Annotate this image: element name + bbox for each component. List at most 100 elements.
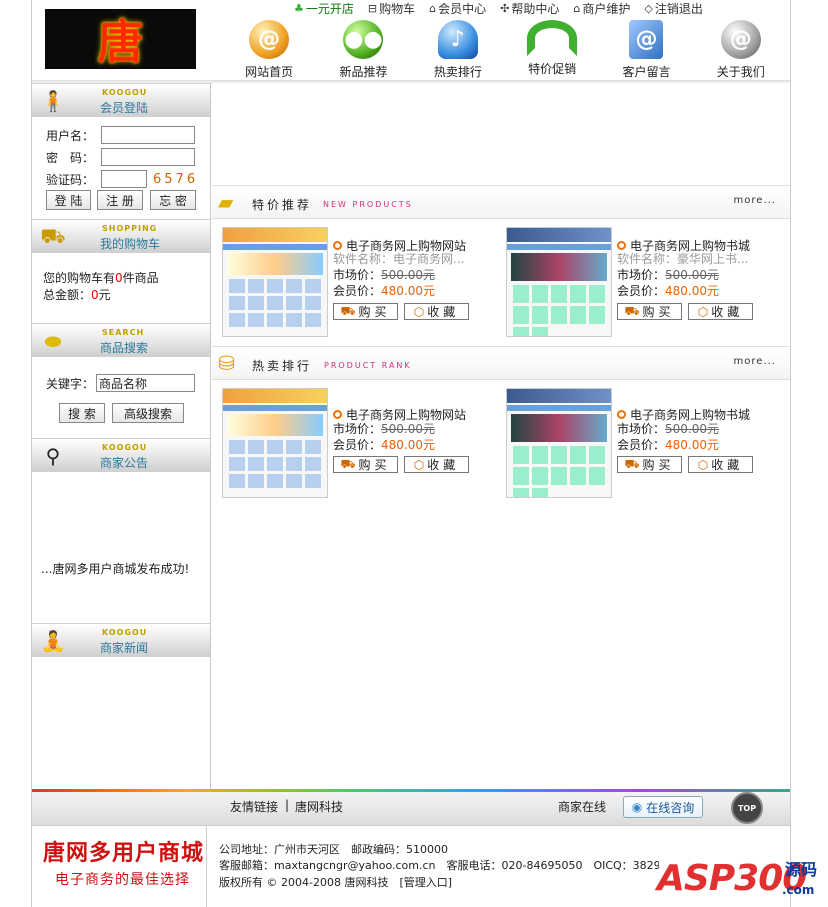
product-thumbnail[interactable] — [506, 388, 612, 498]
shop-icon: ⌂ — [573, 1, 581, 15]
login-button[interactable]: 登 陆 — [46, 190, 91, 210]
advanced-search-button[interactable]: 高级搜索 — [112, 403, 184, 423]
keyword-input[interactable]: 商品名称 — [96, 374, 195, 392]
arch-icon — [527, 20, 578, 56]
fan-icon: ⚲ — [45, 444, 61, 468]
box-icon: ⬡ — [413, 304, 425, 319]
person-icon: 🧍 — [40, 89, 66, 113]
footer-separator: | — [285, 798, 290, 812]
cart-icon: ⊟ — [367, 1, 378, 15]
friend-links[interactable]: 友情链接 — [230, 798, 278, 815]
top-link-cart[interactable]: ⊟ 购物车 — [368, 0, 415, 16]
top-link-member-center[interactable]: ⌂ 会员中心 — [429, 0, 486, 16]
site-logo[interactable]: 唐 — [45, 9, 196, 69]
section-hot-ranking: ⛁ 热卖排行 PRODUCT RANK more... — [212, 346, 790, 380]
clover-icon: ♣ — [294, 1, 304, 15]
news-header: 🧘 KOOGOU 商家新闻 — [32, 623, 210, 657]
soap-icon: ⬬ — [44, 329, 62, 353]
product-member-price: 会员价：480.00元 — [333, 284, 436, 298]
favorite-button[interactable]: ⬡ 收藏 — [688, 303, 753, 320]
company-link[interactable]: 唐网科技 — [295, 798, 343, 815]
bell-icon: ♪ — [437, 20, 478, 59]
buy-button[interactable]: ⛟ 购买 — [617, 303, 682, 320]
product-member-price: 会员价：480.00元 — [617, 438, 720, 452]
cart-count: 0 — [115, 270, 123, 285]
cart-icon: ⛟ — [340, 303, 356, 318]
search-button[interactable]: 搜 索 — [59, 403, 105, 423]
bullet-icon — [617, 241, 626, 250]
back-to-top-button[interactable]: TOP — [731, 792, 763, 824]
buy-button[interactable]: ⛟ 购买 — [617, 456, 682, 473]
top-link-open-shop[interactable]: ♣ 一元开店 — [294, 0, 354, 16]
product-thumbnail[interactable] — [506, 227, 612, 337]
sidebar: 🧍 KOOGOU 会员登陆 ⛟ SHOPPING 我的购物车 ⬬ SEARCH … — [32, 83, 211, 789]
top-link-merchant[interactable]: ⌂ 商户维护 — [573, 0, 630, 16]
section-special: ▰ 特价推荐 NEW PRODUCTS more... — [212, 185, 790, 219]
cart-icon: ⛟ — [624, 456, 640, 471]
product-software-line: 软件名称：豪华网上书... — [617, 252, 749, 266]
coins-icon: ⛁ — [218, 351, 235, 375]
product-thumbnail[interactable] — [222, 388, 328, 498]
box-icon: ⬡ — [413, 457, 425, 472]
buy-button[interactable]: ⛟ 购买 — [333, 456, 398, 473]
captcha-input[interactable] — [101, 170, 147, 188]
bug-icon: ●● — [343, 20, 384, 59]
footer-contact: 客服邮箱：maxtangcngr@yahoo.com.cn 客服电话：020-8… — [219, 859, 659, 872]
top-links: ♣ 一元开店 ⊟ 购物车 ⌂ 会员中心 ✣ 帮助中心 ⌂ 商户维护 ◇ 注销退出 — [294, 0, 703, 16]
nav-special-offers[interactable]: 特价促销 — [505, 18, 599, 80]
footer-address: 公司地址：广州市天河区 邮政编码：510000 — [219, 843, 448, 856]
book-icon: @ — [629, 20, 664, 59]
product-software-line: 软件名称：电子商务网... — [333, 252, 465, 266]
captcha-image: 6576 — [153, 171, 199, 187]
footer-copyright: 版权所有 © 2004-2008 唐网科技 [管理入口] — [219, 876, 453, 889]
favorite-button[interactable]: ⬡ 收藏 — [404, 303, 469, 320]
nav-new-products[interactable]: ●● 新品推荐 — [316, 18, 410, 80]
watermark-logo: ASP300 源码 .com — [657, 858, 818, 899]
cart-count-line: 您的购物车有 0 件商品 — [43, 270, 159, 286]
product-market-price: 市场价：500.00元 — [333, 268, 436, 282]
cart-header: ⛟ SHOPPING 我的购物车 — [32, 219, 210, 253]
logout-icon: ◇ — [644, 1, 653, 15]
footer-slogan: 电子商务的最佳选择 — [55, 872, 190, 888]
nav-about[interactable]: @ 关于我们 — [694, 18, 788, 80]
chat-icon: ◉ — [631, 800, 643, 814]
notice-header: ⚲ KOOGOU 商家公告 — [32, 438, 210, 472]
more-link[interactable]: more... — [734, 356, 776, 367]
buy-button[interactable]: ⛟ 购买 — [333, 303, 398, 320]
username-row: 用户名： — [46, 126, 195, 144]
product-member-price: 会员价：480.00元 — [617, 284, 720, 298]
gold-bar-icon: ▰ — [218, 190, 234, 214]
product-thumbnail[interactable] — [222, 227, 328, 337]
product-market-price: 市场价：500.00元 — [617, 422, 720, 436]
cart-amount: 0 — [91, 287, 99, 302]
notice-text[interactable]: ...唐网多用户商城发布成功! — [41, 560, 189, 577]
password-row: 密 码： — [46, 148, 195, 166]
nav-home[interactable]: @ 网站首页 — [222, 18, 316, 80]
online-consult-button[interactable]: ◉ 在线咨询 — [623, 796, 703, 818]
at-icon: @ — [249, 20, 290, 59]
more-link[interactable]: more... — [734, 195, 776, 206]
bullet-icon — [333, 410, 342, 419]
home-icon: ⌂ — [429, 1, 437, 15]
product-market-price: 市场价：500.00元 — [617, 268, 720, 282]
register-button[interactable]: 注 册 — [97, 190, 143, 210]
password-input[interactable] — [101, 148, 195, 166]
search-header: ⬬ SEARCH 商品搜索 — [32, 323, 210, 357]
bullet-icon — [333, 241, 342, 250]
username-input[interactable] — [101, 126, 195, 144]
top-link-help[interactable]: ✣ 帮助中心 — [500, 0, 559, 16]
footer-brand: 唐网多用户商城 — [43, 840, 205, 866]
login-header: 🧍 KOOGOU 会员登陆 — [32, 83, 210, 117]
help-icon: ✣ — [500, 1, 510, 15]
nav-guestbook[interactable]: @ 客户留言 — [599, 18, 693, 80]
forgot-password-button[interactable]: 忘 密 — [150, 190, 196, 210]
box-icon: ⬡ — [697, 457, 709, 472]
favorite-button[interactable]: ⬡ 收藏 — [404, 456, 469, 473]
at-silver-icon: @ — [720, 20, 761, 59]
footer-divider — [206, 826, 207, 907]
top-link-logout[interactable]: ◇ 注销退出 — [644, 0, 702, 16]
favorite-button[interactable]: ⬡ 收藏 — [688, 456, 753, 473]
bulldozer-icon: ⛟ — [40, 223, 66, 248]
nav-hot-ranking[interactable]: ♪ 热卖排行 — [411, 18, 505, 80]
product-member-price: 会员价：480.00元 — [333, 438, 436, 452]
